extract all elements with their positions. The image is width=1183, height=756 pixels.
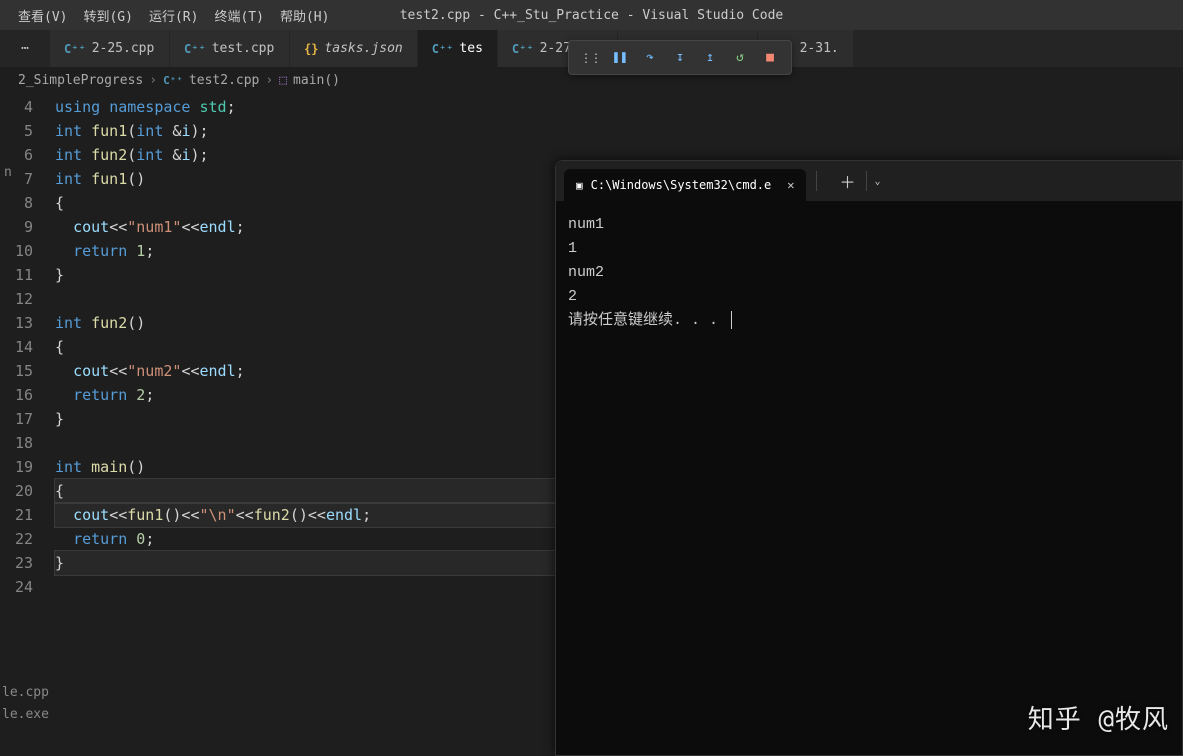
sidebar-file-fragments: le.cpp le.exe <box>2 682 49 726</box>
tab-label: tes <box>459 41 482 56</box>
terminal-output[interactable]: num1 1 num2 2 请按任意键继续. . . <box>556 201 1182 345</box>
watermark: 知乎 @牧风 <box>1028 699 1169 736</box>
cpp-file-icon: C⁺⁺ <box>64 42 86 56</box>
cpp-file-icon: C⁺⁺ <box>432 42 454 56</box>
json-file-icon: {} <box>304 42 318 56</box>
symbol-method-icon: ⬚ <box>279 73 287 88</box>
terminal-tab[interactable]: ▣ C:\Windows\System32\cmd.e ✕ <box>564 169 806 201</box>
stop-icon[interactable]: ■ <box>755 43 785 73</box>
terminal-titlebar[interactable]: ▣ C:\Windows\System32\cmd.e ✕ ＋ ⌄ <box>556 161 1182 201</box>
tab-tes[interactable]: C⁺⁺ tes <box>418 30 498 67</box>
menu-help[interactable]: 帮助(H) <box>272 6 337 25</box>
tab-2-25-cpp[interactable]: C⁺⁺ 2-25.cpp <box>50 30 170 67</box>
chevron-right-icon: › <box>149 73 157 88</box>
debug-toolbar: ⋮⋮ ❚❚ ↷ ↧ ↥ ↺ ■ <box>568 40 792 75</box>
chevron-right-icon: › <box>265 73 273 88</box>
menu-view[interactable]: 查看(V) <box>10 6 75 25</box>
tab-label: test.cpp <box>212 41 275 56</box>
tab-label: tasks.json <box>324 41 402 56</box>
step-out-icon[interactable]: ↥ <box>695 43 725 73</box>
cpp-file-icon: C⁺⁺ <box>184 42 206 56</box>
menu-goto[interactable]: 转到(G) <box>75 6 140 25</box>
tab-label: 2-25.cpp <box>92 41 155 56</box>
menu-run[interactable]: 运行(R) <box>141 6 206 25</box>
tab-tasks-json[interactable]: {} tasks.json <box>290 30 418 67</box>
cmd-icon: ▣ <box>576 179 583 192</box>
terminal-window: ▣ C:\Windows\System32\cmd.e ✕ ＋ ⌄ num1 1… <box>555 160 1183 756</box>
restart-icon[interactable]: ↺ <box>725 43 755 73</box>
close-icon[interactable]: ✕ <box>787 178 794 192</box>
pause-icon[interactable]: ❚❚ <box>605 43 635 73</box>
terminal-tab-title: C:\Windows\System32\cmd.e <box>591 178 772 192</box>
cpp-file-icon: C⁺⁺ <box>163 74 183 87</box>
chevron-down-icon[interactable]: ⌄ <box>867 176 889 187</box>
menu-terminal[interactable]: 终端(T) <box>206 6 271 25</box>
step-into-icon[interactable]: ↧ <box>665 43 695 73</box>
cpp-file-icon: C⁺⁺ <box>512 42 534 56</box>
step-over-icon[interactable]: ↷ <box>635 43 665 73</box>
tab-test-cpp[interactable]: C⁺⁺ test.cpp <box>170 30 290 67</box>
tab-overflow-icon[interactable]: ⋯ <box>0 30 50 67</box>
breadcrumb-symbol[interactable]: main() <box>293 73 340 88</box>
breadcrumb-folder[interactable]: 2_SimpleProgress <box>18 73 143 88</box>
new-tab-icon[interactable]: ＋ <box>829 169 865 193</box>
tab-label: 2-31. <box>800 41 839 56</box>
sidebar-fragment-n: n <box>4 165 12 180</box>
grip-icon[interactable]: ⋮⋮ <box>575 43 605 73</box>
sidebar-file[interactable]: le.exe <box>2 704 49 726</box>
sidebar-file[interactable]: le.cpp <box>2 682 49 704</box>
breadcrumb-file[interactable]: test2.cpp <box>189 73 259 88</box>
menubar: 查看(V) 转到(G) 运行(R) 终端(T) 帮助(H) test2.cpp … <box>0 0 1183 30</box>
